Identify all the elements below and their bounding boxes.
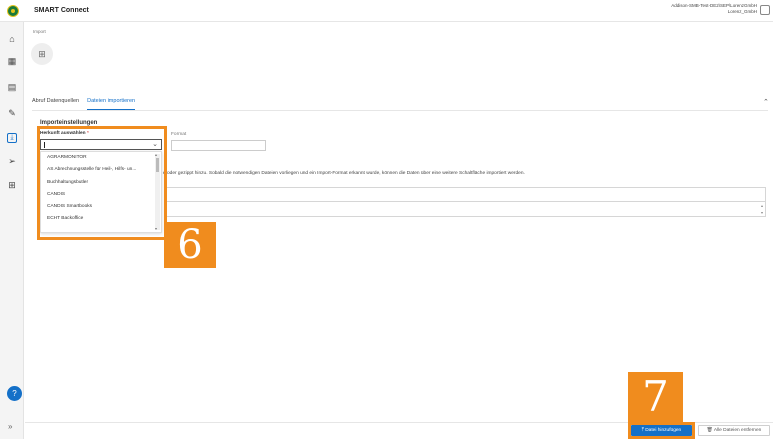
callout-highlight-dropdown <box>37 126 167 240</box>
tab-abruf-datenquellen[interactable]: Abruf Datenquellen <box>32 98 79 110</box>
breadcrumb: Import <box>33 29 46 34</box>
document-icon[interactable]: ▤ <box>7 82 17 92</box>
home-icon[interactable]: ⌂ <box>7 34 17 44</box>
top-bar: SMART Connect Addison-SMB-Test-DE2\SEP\L… <box>0 0 773 22</box>
format-label: Format <box>171 132 187 137</box>
import-page-icon: ⊞ <box>31 43 53 65</box>
remove-all-label: Alle Dateien entfernen <box>713 428 762 433</box>
app-logo-icon <box>7 5 19 17</box>
app-title: SMART Connect <box>34 7 89 14</box>
format-field[interactable] <box>171 140 266 151</box>
send-icon[interactable]: ➢ <box>7 156 17 166</box>
grid-icon[interactable]: ▦ <box>7 56 17 66</box>
callout-step-6: 6 <box>164 222 216 268</box>
callout-step-7: 7 <box>628 372 683 422</box>
edit-icon[interactable]: ✎ <box>7 108 17 118</box>
remove-all-files-button[interactable]: 🗑 Alle Dateien entfernen <box>698 425 770 436</box>
tabs-divider <box>32 110 768 111</box>
upload-area-divider <box>167 201 765 202</box>
scroll-down-icon[interactable]: ▾ <box>761 210 763 215</box>
tab-dateien-importieren[interactable]: Dateien importieren <box>87 98 136 110</box>
user-company: Lorenz_GmbH <box>727 9 757 14</box>
callout-highlight-add-file <box>628 422 695 439</box>
trash-icon: 🗑 <box>706 428 713 433</box>
upload-info-text: e oder gezippt hinzu. Sobald die notwend… <box>163 171 525 176</box>
help-button[interactable]: ? <box>7 386 22 401</box>
apps-icon[interactable]: ⊞ <box>7 180 17 190</box>
user-menu-icon[interactable] <box>760 5 770 15</box>
file-upload-area[interactable]: ▴ ▾ <box>166 187 766 217</box>
tab-bar: Abruf Datenquellen Dateien importieren <box>32 98 136 110</box>
left-navigation-rail: ⌂ ▦ ▤ ✎ ⤓ ➢ ⊞ <box>0 22 24 439</box>
expand-rail-button[interactable]: » <box>8 422 12 431</box>
chevron-up-icon[interactable]: ⌃ <box>763 98 769 106</box>
import-icon[interactable]: ⤓ <box>7 133 17 143</box>
scroll-up-icon[interactable]: ▴ <box>761 203 763 208</box>
user-info: Addison-SMB-Test-DE2\SEP\LorenzGmbH Lore… <box>671 3 757 15</box>
